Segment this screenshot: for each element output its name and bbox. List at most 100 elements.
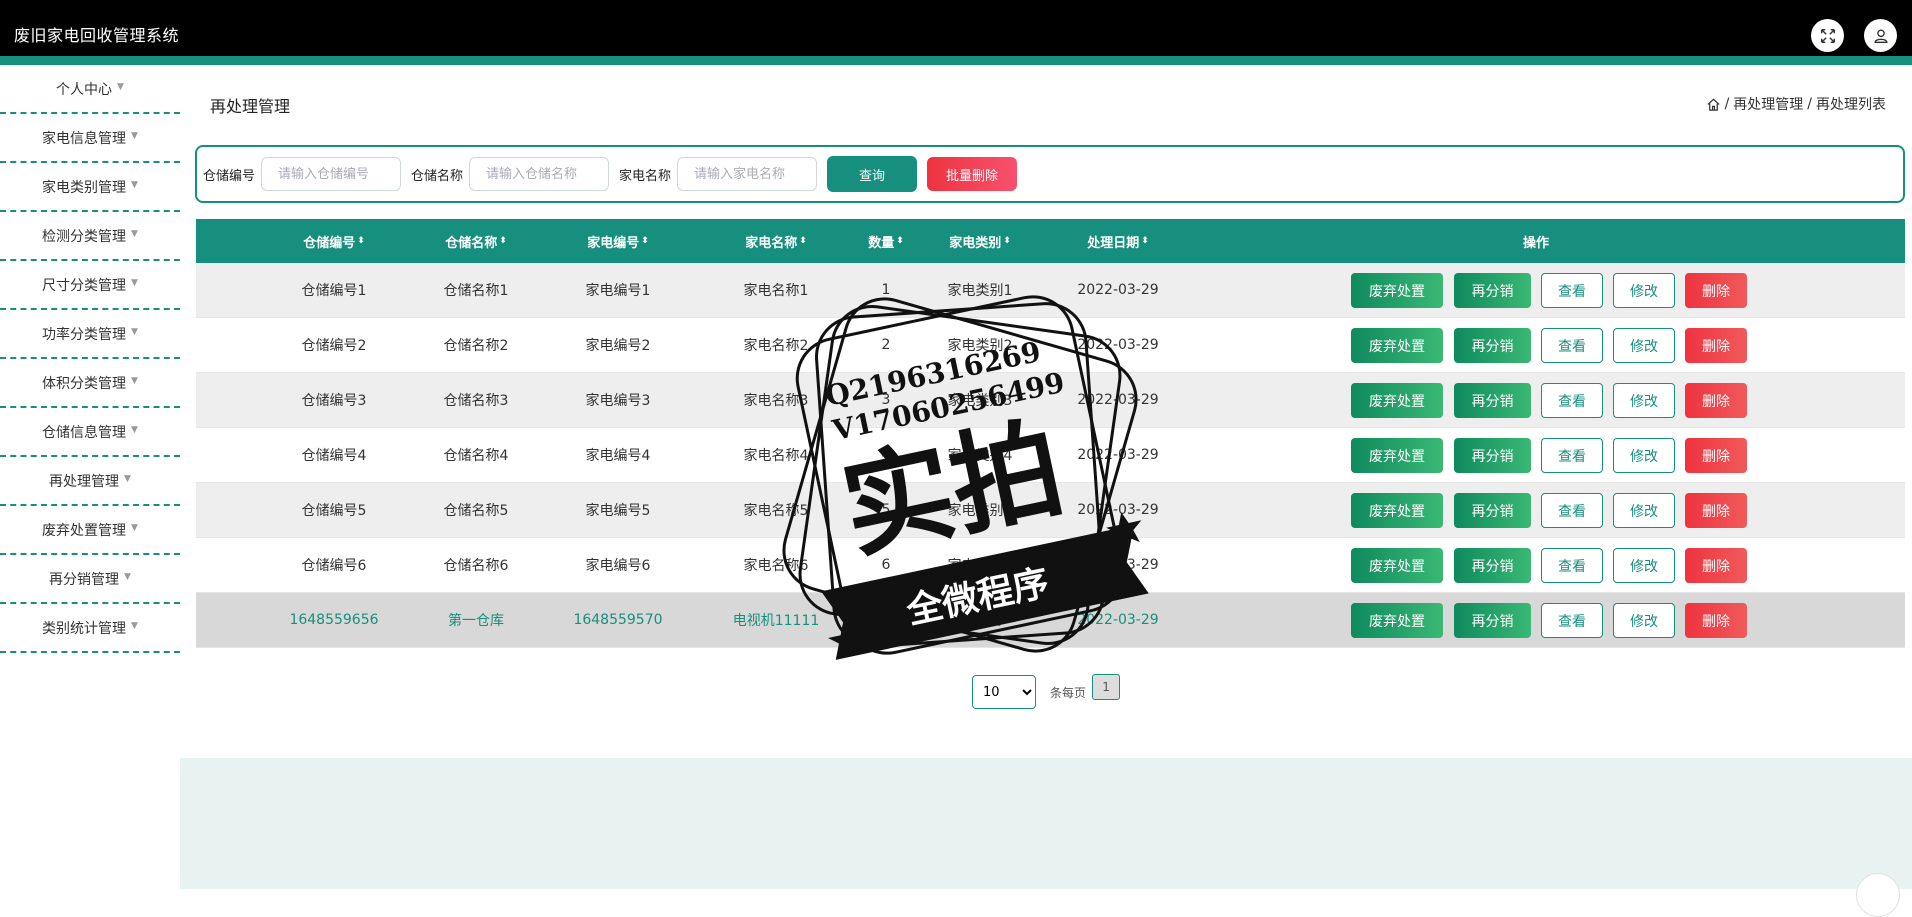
redistribute-button[interactable]: 再分销 bbox=[1454, 438, 1531, 473]
table-row[interactable]: 1648559656 第一仓库 1648559570 电视机11111 222 电视机 20… bbox=[196, 593, 1905, 648]
column-header[interactable]: 仓储名称 ⬍ bbox=[406, 219, 546, 263]
edit-button[interactable]: 修改 bbox=[1613, 273, 1675, 308]
sidebar-item-8[interactable]: 再处理管理 ▼ bbox=[0, 457, 180, 506]
appliance-name-input[interactable] bbox=[677, 157, 818, 191]
batch-delete-button[interactable]: 批量删除 bbox=[927, 157, 1018, 191]
column-header[interactable]: 家电类别 ⬍ bbox=[910, 219, 1050, 263]
waste-disposal-button[interactable]: 废弃处置 bbox=[1351, 548, 1443, 583]
delete-button[interactable]: 删除 bbox=[1685, 273, 1747, 308]
edit-button[interactable]: 修改 bbox=[1613, 383, 1675, 418]
cell-text: 2022-03-29 bbox=[1077, 557, 1159, 573]
delete-button[interactable]: 删除 bbox=[1685, 493, 1747, 528]
cell-text: 仓储名称1 bbox=[443, 283, 509, 299]
sidebar-item-3[interactable]: 检测分类管理 ▼ bbox=[0, 212, 180, 261]
sidebar-item-label: 家电类别管理 bbox=[42, 179, 127, 196]
waste-disposal-button[interactable]: 废弃处置 bbox=[1351, 438, 1443, 473]
storage-name-input[interactable] bbox=[469, 157, 610, 191]
cell-text: 仓储名称2 bbox=[443, 338, 509, 354]
delete-button[interactable]: 删除 bbox=[1685, 548, 1747, 583]
sort-icon: ⬍ bbox=[357, 236, 365, 246]
query-button[interactable]: 查询 bbox=[827, 156, 918, 192]
page-size-select[interactable]: 10 bbox=[972, 675, 1036, 709]
delete-button[interactable]: 删除 bbox=[1685, 328, 1747, 363]
redistribute-button[interactable]: 再分销 bbox=[1454, 328, 1531, 363]
column-header-label: 家电类别 bbox=[949, 235, 1002, 251]
edit-button[interactable]: 修改 bbox=[1613, 438, 1675, 473]
sidebar-item-4[interactable]: 尺寸分类管理 ▼ bbox=[0, 261, 180, 310]
cell-text: 5 bbox=[881, 502, 891, 518]
cell-text: 家电编号6 bbox=[585, 558, 651, 574]
fullscreen-icon bbox=[1820, 28, 1835, 43]
table-row[interactable]: 仓储编号2 仓储名称2 家电编号2 家电名称2 2 家电类别2 2022-03-29 废弃处置… bbox=[196, 318, 1905, 373]
column-header[interactable]: 家电编号 ⬍ bbox=[548, 219, 688, 263]
table-row[interactable]: 仓储编号6 仓储名称6 家电编号6 家电名称6 6 家电类别6 2022-03-29 废弃处置… bbox=[196, 538, 1905, 593]
storage-no-input[interactable] bbox=[261, 157, 402, 191]
delete-button[interactable]: 删除 bbox=[1685, 383, 1747, 418]
breadcrumb-item-module[interactable]: 再处理管理 bbox=[1733, 94, 1803, 114]
edit-button[interactable]: 修改 bbox=[1613, 603, 1675, 638]
view-button[interactable]: 查看 bbox=[1541, 548, 1603, 583]
view-button[interactable]: 查看 bbox=[1541, 603, 1603, 638]
redistribute-button[interactable]: 再分销 bbox=[1454, 493, 1531, 528]
sidebar-item-7[interactable]: 仓储信息管理 ▼ bbox=[0, 408, 180, 457]
sidebar-item-6[interactable]: 体积分类管理 ▼ bbox=[0, 359, 180, 408]
cell-text: 仓储名称4 bbox=[443, 448, 509, 464]
view-button[interactable]: 查看 bbox=[1541, 383, 1603, 418]
cell-date: 2022-03-29 bbox=[1048, 318, 1188, 372]
view-button[interactable]: 查看 bbox=[1541, 328, 1603, 363]
sidebar-item-5[interactable]: 功率分类管理 ▼ bbox=[0, 310, 180, 359]
view-button[interactable]: 查看 bbox=[1541, 438, 1603, 473]
cell-text: 家电编号1 bbox=[585, 283, 651, 299]
sidebar-item-label: 体积分类管理 bbox=[42, 375, 127, 392]
waste-disposal-button[interactable]: 废弃处置 bbox=[1351, 603, 1443, 638]
sort-icon: ⬍ bbox=[499, 236, 507, 246]
cell-text: 2022-03-29 bbox=[1077, 282, 1159, 298]
table-row[interactable]: 仓储编号1 仓储名称1 家电编号1 家电名称1 1 家电类别1 2022-03-29 废弃处置… bbox=[196, 263, 1905, 318]
waste-disposal-button[interactable]: 废弃处置 bbox=[1351, 328, 1443, 363]
sidebar-item-0[interactable]: 个人中心 ▼ bbox=[0, 65, 180, 114]
edit-button[interactable]: 修改 bbox=[1613, 548, 1675, 583]
table-row[interactable]: 仓储编号5 仓储名称5 家电编号5 家电名称5 5 家电类别5 2022-03-29 废弃处置… bbox=[196, 483, 1905, 538]
delete-button[interactable]: 删除 bbox=[1685, 438, 1747, 473]
edit-button[interactable]: 修改 bbox=[1613, 328, 1675, 363]
cell-text: 家电编号4 bbox=[585, 448, 651, 464]
search-panel: 仓储编号 仓储名称 家电名称 查询 批量删除 bbox=[195, 145, 1905, 203]
user-icon bbox=[1873, 28, 1888, 43]
view-button[interactable]: 查看 bbox=[1541, 493, 1603, 528]
cell-text: 2022-03-29 bbox=[1077, 612, 1159, 628]
delete-button[interactable]: 删除 bbox=[1685, 603, 1747, 638]
sidebar-item-9[interactable]: 废弃处置管理 ▼ bbox=[0, 506, 180, 555]
waste-disposal-button[interactable]: 废弃处置 bbox=[1351, 383, 1443, 418]
table-row[interactable]: 仓储编号4 仓储名称4 家电编号4 家电名称4 4 家电类别4 2022-03-29 废弃处置… bbox=[196, 428, 1905, 483]
cell-text: 1 bbox=[881, 282, 891, 298]
sidebar-item-11[interactable]: 类别统计管理 ▼ bbox=[0, 604, 180, 653]
pagination: 10 条每页 1 bbox=[972, 674, 1121, 709]
page-number-button[interactable]: 1 bbox=[1092, 674, 1121, 700]
redistribute-button[interactable]: 再分销 bbox=[1454, 603, 1531, 638]
back-to-top-button[interactable] bbox=[1856, 873, 1900, 917]
table-row[interactable]: 仓储编号3 仓储名称3 家电编号3 家电名称3 3 家电类别3 2022-03-29 废弃处置… bbox=[196, 373, 1905, 428]
cell-text: 电视机 bbox=[959, 613, 1001, 629]
column-header[interactable]: 仓储编号 ⬍ bbox=[264, 219, 404, 263]
waste-disposal-button[interactable]: 废弃处置 bbox=[1351, 493, 1443, 528]
redistribute-button[interactable]: 再分销 bbox=[1454, 273, 1531, 308]
cell-date: 2022-03-29 bbox=[1048, 483, 1188, 537]
column-header-label: 数量 bbox=[868, 235, 895, 251]
redistribute-button[interactable]: 再分销 bbox=[1454, 548, 1531, 583]
fullscreen-button[interactable] bbox=[1811, 19, 1844, 52]
edit-button[interactable]: 修改 bbox=[1613, 493, 1675, 528]
caret-down-icon: ▼ bbox=[131, 229, 138, 239]
sidebar-item-1[interactable]: 家电信息管理 ▼ bbox=[0, 114, 180, 163]
home-icon[interactable] bbox=[1706, 97, 1721, 112]
cell-category: 家电类别3 bbox=[910, 373, 1050, 427]
sidebar-item-2[interactable]: 家电类别管理 ▼ bbox=[0, 163, 180, 212]
waste-disposal-button[interactable]: 废弃处置 bbox=[1351, 273, 1443, 308]
redistribute-button[interactable]: 再分销 bbox=[1454, 383, 1531, 418]
cell-appliance-no: 家电编号5 bbox=[548, 483, 688, 537]
view-button[interactable]: 查看 bbox=[1541, 273, 1603, 308]
column-header-actions: 操作 bbox=[1522, 235, 1549, 251]
sort-icon: ⬍ bbox=[896, 236, 904, 246]
column-header[interactable]: 处理日期 ⬍ bbox=[1048, 219, 1188, 263]
sidebar-item-10[interactable]: 再分销管理 ▼ bbox=[0, 555, 180, 604]
user-avatar-button[interactable] bbox=[1864, 19, 1897, 52]
